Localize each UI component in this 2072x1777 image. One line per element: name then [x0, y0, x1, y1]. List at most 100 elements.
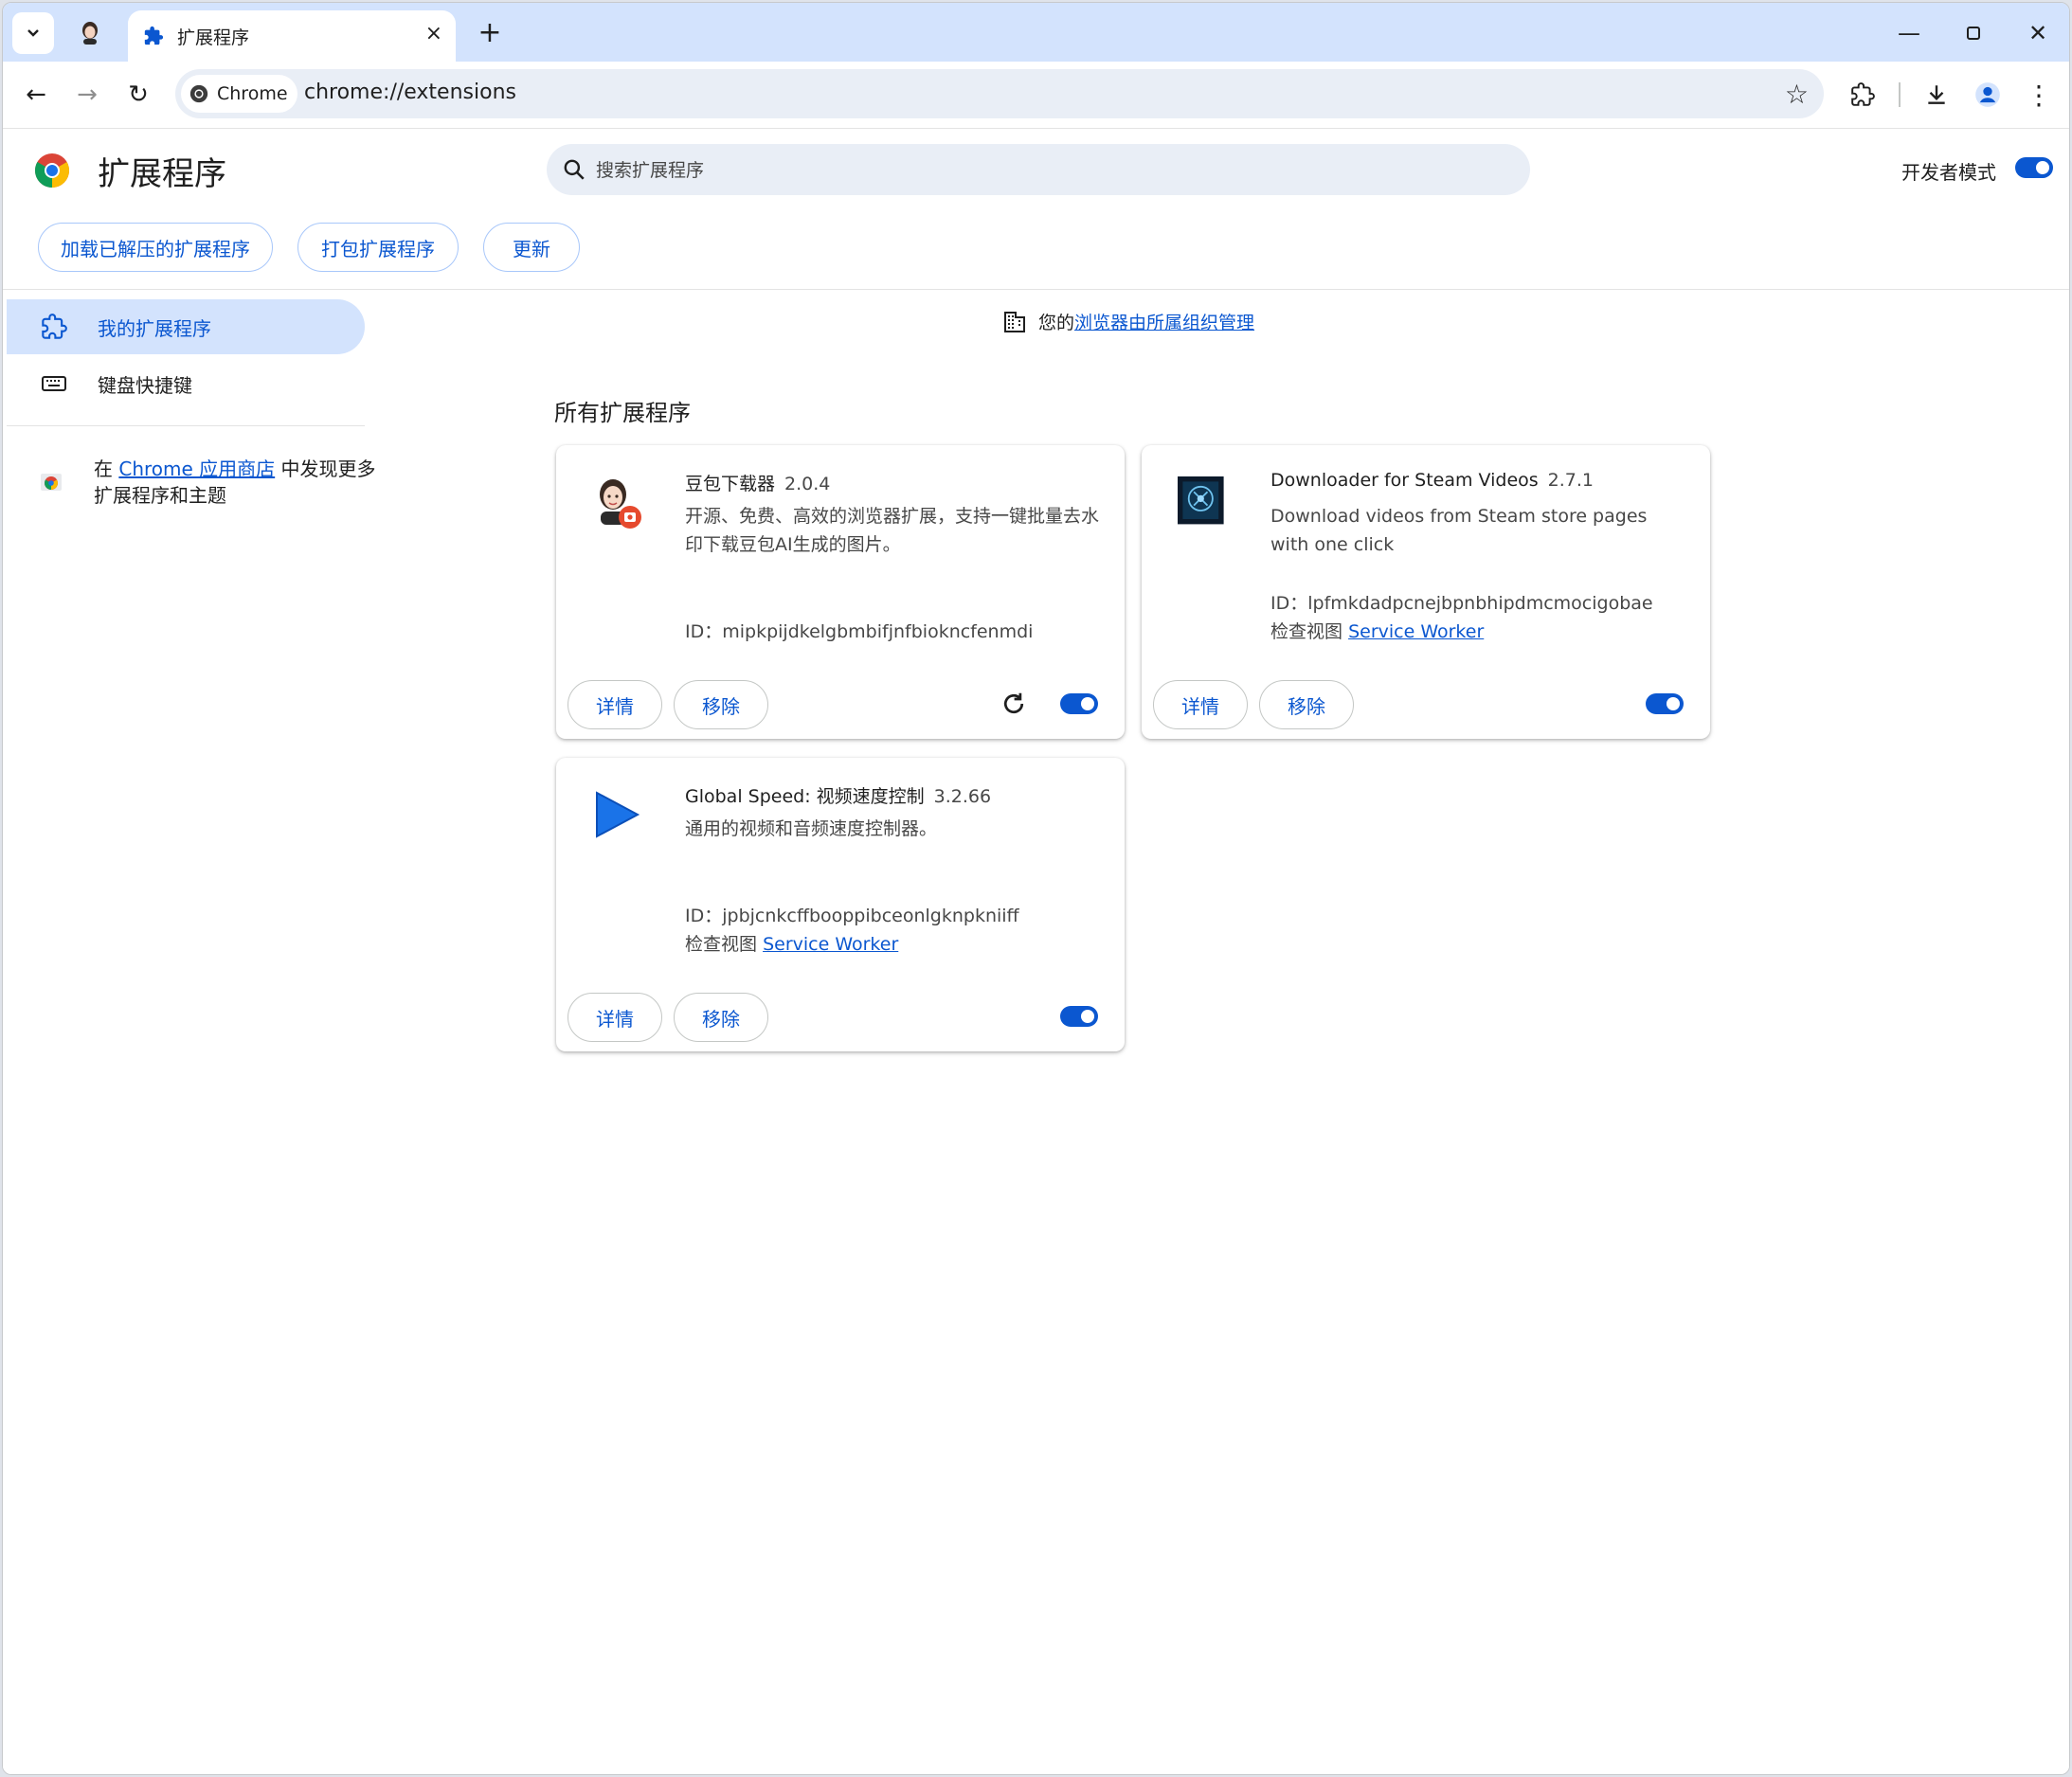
inspect-views: 检查视图 Service Worker [1270, 618, 1484, 643]
forward-button[interactable]: → [67, 75, 107, 115]
tab-close-icon[interactable]: × [425, 22, 442, 45]
close-window-button[interactable]: ✕ [2019, 14, 2057, 52]
details-button[interactable]: 详情 [568, 680, 662, 729]
load-unpacked-button[interactable]: 加载已解压的扩展程序 [38, 223, 273, 272]
sidebar-item-my-extensions[interactable]: 我的扩展程序 [7, 299, 365, 354]
dev-mode-label: 开发者模式 [1901, 161, 1996, 184]
id-value: jpbjcnkcffbooppibceonlgknpkniiff [722, 906, 1019, 926]
tab-extensions[interactable]: 扩展程序 × [128, 10, 456, 62]
header-divider [3, 289, 2069, 290]
address-bar[interactable]: Chrome chrome://extensions ☆ [175, 69, 1824, 118]
minimize-button[interactable]: — [1890, 14, 1928, 52]
browser-toolbar: ← → ↻ Chrome chrome://extensions ☆ ⋮ [3, 62, 2069, 129]
extension-search[interactable] [547, 144, 1530, 197]
extensions-menu-button[interactable] [1843, 75, 1883, 115]
enable-toggle[interactable] [1060, 693, 1098, 714]
remove-button[interactable]: 移除 [674, 680, 768, 729]
doubao-avatar-icon [82, 22, 98, 45]
extension-name: 豆包下载器 2.0.4 [685, 470, 830, 495]
update-button[interactable]: 更新 [483, 223, 580, 272]
enable-toggle[interactable] [1060, 1006, 1098, 1027]
extension-version: 3.2.66 [933, 786, 992, 807]
remove-button[interactable]: 移除 [674, 993, 768, 1042]
extension-description: 通用的视频和音频速度控制器。 [685, 818, 938, 839]
chrome-menu-button[interactable]: ⋮ [2019, 75, 2059, 115]
sidebar-item-label: 我的扩展程序 [98, 316, 211, 340]
sidebar-divider [7, 425, 365, 426]
store-prefix: 在 [94, 458, 119, 480]
extension-card: 豆包下载器 2.0.4 开源、免费、高效的浏览器扩展，支持一键批量去水印下载豆包A… [556, 445, 1125, 739]
toolbar-divider [1899, 82, 1901, 107]
web-store-promo: 在 Chrome 应用商店 中发现更多扩展程序和主题 [94, 456, 378, 509]
new-tab-button[interactable]: + [473, 16, 507, 50]
id-label: ID： [1270, 593, 1308, 614]
id-value: lpfmkdadpcnejbpnbhipdmcmocigobae [1307, 593, 1653, 614]
steam-downloader-icon [1178, 476, 1224, 525]
extension-id: ID：mipkpijdkelgbmbifjnfbiokncfenmdi [685, 618, 1033, 643]
chevron-down-icon [27, 29, 39, 37]
maximize-button[interactable] [1955, 14, 1992, 52]
managed-prefix: 您的 [1038, 313, 1075, 333]
search-input[interactable] [594, 144, 1507, 197]
tab-strip: 扩展程序 × + — ✕ [3, 3, 2069, 62]
enable-toggle[interactable] [1646, 693, 1684, 714]
web-store-icon [41, 474, 62, 491]
pinned-tab[interactable] [69, 16, 111, 50]
extension-name: Downloader for Steam Videos 2.7.1 [1270, 470, 1594, 491]
extension-name-text: 豆包下载器 [685, 474, 776, 494]
extension-description: 开源、免费、高效的浏览器扩展，支持一键批量去水印下载豆包AI生成的图片。 [685, 506, 1100, 555]
extension-card: Global Speed: 视频速度控制 3.2.66 通用的视频和音频速度控制器… [556, 758, 1125, 1051]
search-icon [564, 159, 585, 180]
managed-notice: 您的 浏览器由所属组织管理 [1002, 309, 1254, 334]
puzzle-outline-icon [42, 314, 67, 339]
site-info-chip[interactable]: Chrome [181, 75, 297, 113]
puzzle-outline-icon [1851, 82, 1875, 106]
inspect-views-label: 检查视图 [1270, 621, 1343, 642]
extension-id: ID：lpfmkdadpcnejbpnbhipdmcmocigobae [1270, 589, 1653, 615]
url-text[interactable]: chrome://extensions [304, 81, 516, 104]
section-title: 所有扩展程序 [554, 400, 691, 426]
maximize-icon [1967, 27, 1980, 40]
profile-avatar-icon [1975, 82, 2000, 107]
tab-search-button[interactable] [12, 12, 54, 54]
inspect-views-label: 检查视图 [685, 934, 758, 955]
id-label: ID： [685, 906, 723, 926]
puzzle-icon [144, 26, 164, 45]
id-label: ID： [685, 621, 723, 642]
details-button[interactable]: 详情 [568, 993, 662, 1042]
browser-window: 扩展程序 × + — ✕ ← → ↻ Chrome chrome://exten… [2, 2, 2070, 1775]
extension-version: 2.0.4 [784, 474, 831, 494]
service-worker-link[interactable]: Service Worker [1348, 621, 1484, 642]
reload-button[interactable]: ↻ [118, 75, 158, 115]
details-button[interactable]: 详情 [1153, 680, 1248, 729]
managed-link[interactable]: 浏览器由所属组织管理 [1074, 309, 1254, 334]
remove-button[interactable]: 移除 [1259, 680, 1354, 729]
tab-title: 扩展程序 [177, 27, 250, 48]
sidebar-item-keyboard-shortcuts[interactable]: 键盘快捷键 [7, 356, 365, 411]
download-icon [1928, 85, 1945, 104]
service-worker-link[interactable]: Service Worker [763, 934, 898, 955]
extension-card: Downloader for Steam Videos 2.7.1 Downloa… [1142, 445, 1710, 739]
profile-button[interactable] [1968, 75, 2008, 115]
play-icon [596, 791, 640, 838]
extensions-page: 扩展程序 开发者模式 加载已解压的扩展程序 打包扩展程序 更新 我的扩展程序 键… [3, 129, 2069, 1774]
back-button[interactable]: ← [16, 75, 56, 115]
chrome-color-logo-icon [34, 153, 70, 188]
reload-icon[interactable] [1000, 690, 1028, 718]
extension-id: ID：jpbjcnkcffbooppibceonlgknpkniiff [685, 902, 1019, 927]
site-chip-label: Chrome [217, 83, 288, 104]
extension-name: Global Speed: 视频速度控制 3.2.66 [685, 782, 991, 808]
pack-extension-button[interactable]: 打包扩展程序 [297, 223, 459, 272]
extension-description: Download videos from Steam store pages w… [1270, 506, 1648, 555]
page-title: 扩展程序 [98, 155, 226, 193]
extension-version: 2.7.1 [1547, 470, 1595, 491]
doubao-downloader-icon [600, 479, 641, 529]
dev-mode-toggle[interactable] [2015, 157, 2053, 178]
id-value: mipkpijdkelgbmbifjnfbiokncfenmdi [722, 621, 1034, 642]
downloads-button[interactable] [1917, 75, 1956, 115]
building-icon [1004, 311, 1025, 332]
keyboard-icon [42, 376, 66, 391]
sidebar-item-label: 键盘快捷键 [98, 373, 192, 397]
web-store-link[interactable]: Chrome 应用商店 [118, 458, 275, 480]
bookmark-star-icon[interactable]: ☆ [1785, 79, 1809, 110]
